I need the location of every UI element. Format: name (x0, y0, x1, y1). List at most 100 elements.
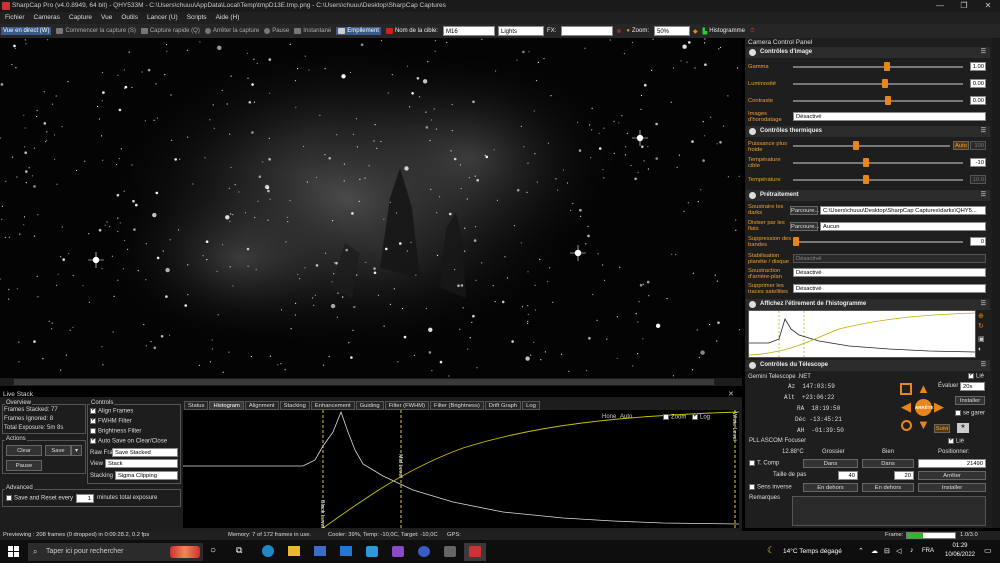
save-reset-option[interactable]: Save and Reset every (6, 495, 73, 502)
scroll-thumb[interactable] (14, 379, 714, 385)
clock-time[interactable]: 01:29 (945, 543, 975, 549)
position-field[interactable]: 21490 (918, 459, 986, 468)
histogram-reset-icon[interactable]: ↻ (978, 322, 984, 330)
section-preprocessing[interactable]: Prétraitement ☰ (746, 190, 990, 201)
fwhm-filter-checkbox[interactable] (90, 416, 96, 424)
edge-browser-icon[interactable] (262, 545, 274, 557)
west-arrow-icon[interactable]: ◀ (901, 400, 911, 413)
reverse-option[interactable]: Sens inverse (749, 484, 792, 491)
menu-icon[interactable]: ☰ (981, 190, 986, 201)
zoom-step-icon[interactable]: ◆ (693, 28, 698, 35)
flats-browse-button[interactable]: Parcoure... (790, 222, 819, 231)
coarse-out-button[interactable]: En dehors (803, 483, 858, 492)
save-button[interactable]: Save (45, 445, 71, 456)
pause-stack-button[interactable]: Pause (6, 460, 42, 471)
save-reset-checkbox[interactable] (6, 495, 12, 501)
telescope-linked[interactable]: Lié (968, 371, 984, 380)
histogram-mode-icon[interactable]: ◐ (978, 346, 982, 353)
histogram-button[interactable]: ▙ Histogramme (703, 28, 745, 35)
section-thermal-controls[interactable]: Contrôles thermiques ☰ (746, 126, 990, 137)
timer-icon[interactable]: ⏱ (750, 28, 755, 35)
contrast-slider[interactable] (793, 96, 963, 105)
target-temp-knob[interactable] (863, 158, 870, 167)
south-arrow-icon[interactable]: ▼ (917, 418, 930, 431)
mail-icon[interactable] (340, 546, 352, 556)
focuser-linked-checkbox[interactable] (948, 436, 954, 444)
focuser-stop-button[interactable]: Arrêter (918, 471, 986, 480)
background-sub-select[interactable]: Désactivé (793, 268, 986, 277)
section-image-controls[interactable]: Contrôles d'image ☰ (746, 47, 990, 58)
timestamp-select[interactable]: Désactivé (793, 112, 986, 121)
tab-histogram[interactable]: Histogram (209, 401, 244, 410)
histogram-stretch-graph[interactable] (748, 310, 976, 358)
contrast-slider-knob[interactable] (885, 96, 892, 105)
menu-lancer[interactable]: Lancer (U) (147, 12, 178, 24)
tab-drift-graph[interactable]: Drift Graph (484, 401, 522, 410)
store-icon[interactable] (314, 546, 326, 556)
brightness-value[interactable]: 0.00 (970, 79, 986, 88)
frame-type-select[interactable]: Lights (497, 26, 544, 36)
cooler-power-slider[interactable] (793, 141, 950, 150)
snapshot-button[interactable]: Instantané (294, 28, 331, 34)
reverse-checkbox[interactable] (749, 484, 755, 490)
clock-date[interactable]: 10/06/2022 (940, 552, 980, 558)
temp-comp-option[interactable]: T. Comp (749, 460, 779, 467)
raw-frames-select[interactable]: Save Stacked (112, 448, 178, 457)
banding-slider[interactable] (793, 237, 963, 246)
coarse-step-field[interactable]: 40 (838, 471, 858, 480)
brightness-filter-checkbox[interactable] (90, 428, 96, 434)
target-temp-value[interactable]: -10 (970, 158, 986, 167)
menu-icon[interactable]: ☰ (981, 360, 986, 371)
telescope-install-button[interactable]: Installer (955, 396, 985, 405)
start-capture-button[interactable]: Commencer la capture (S) (56, 28, 136, 34)
tab-filter-brightness[interactable]: Filter (Brightness) (430, 401, 484, 410)
focuser-linked[interactable]: Lié (948, 436, 964, 445)
stacking-select[interactable]: Sigma Clipping (115, 471, 178, 480)
log-checkbox[interactable] (692, 412, 698, 420)
menu-outils[interactable]: Outils (121, 12, 138, 24)
stop-slew-button[interactable]: ARRÊTE (915, 399, 934, 416)
sharpcap-taskbar-button[interactable] (464, 543, 486, 561)
tab-status[interactable]: Status (184, 401, 209, 410)
menu-cameras[interactable]: Cameras (34, 12, 60, 24)
tray-volume-icon[interactable]: ♪ (910, 547, 914, 554)
menu-icon[interactable]: ☰ (981, 299, 986, 310)
rate-select[interactable]: 20x (960, 382, 985, 391)
contrast-value[interactable]: 0.00 (970, 96, 986, 105)
fine-in-button[interactable]: Dans (862, 459, 914, 468)
menu-fichier[interactable]: Fichier (5, 12, 25, 24)
stop-capture-button[interactable]: Arrêter la capture (204, 28, 259, 34)
tray-chevron-icon[interactable]: ⌃ (858, 547, 864, 555)
menu-aide[interactable]: Aide (H) (216, 12, 240, 24)
tab-guiding[interactable]: Guiding (355, 401, 384, 410)
clear-button[interactable]: Clear (6, 445, 42, 456)
app-icon-blue[interactable] (366, 546, 378, 557)
gamma-slider-knob[interactable] (883, 62, 890, 71)
satellite-select[interactable]: Désactivé (793, 284, 986, 293)
tray-cloud-icon[interactable]: ☁ (871, 547, 878, 555)
section-histogram-stretch[interactable]: Affichez l'étirement de l'histogramme ☰ (746, 299, 990, 310)
auto-label[interactable]: Auto (620, 414, 632, 420)
north-arrow-icon[interactable]: ▲ (917, 382, 930, 395)
menu-icon[interactable]: ☰ (981, 126, 986, 137)
tracking-button[interactable]: Suivi (934, 424, 950, 433)
maximize-button[interactable]: ❐ (952, 0, 976, 12)
fine-step-field[interactable]: 20 (894, 471, 914, 480)
cooler-power-knob[interactable] (852, 141, 859, 150)
banding-value[interactable]: 0 (970, 237, 986, 246)
tab-enhancement[interactable]: Enhancement (310, 401, 355, 410)
target-name-input[interactable]: M16 (442, 26, 495, 36)
histogram-save-icon[interactable]: ▣ (978, 335, 985, 343)
file-explorer-icon[interactable] (288, 546, 300, 556)
task-view-icon[interactable]: ⧉ (236, 545, 242, 556)
coarse-in-button[interactable]: Dans (803, 459, 858, 468)
park-checkbox[interactable] (955, 410, 961, 416)
menu-scripts[interactable]: Scripts (187, 12, 207, 24)
menu-vue[interactable]: Vue (101, 12, 112, 24)
temp-comp-checkbox[interactable] (749, 460, 755, 466)
darks-browse-button[interactable]: Parcoure... (790, 206, 819, 215)
flats-path-field[interactable]: Aucun (820, 222, 986, 231)
tab-log[interactable]: Log (522, 401, 540, 410)
live-stack-histogram[interactable] (183, 410, 740, 529)
weather-text[interactable]: 14°C Temps dégagé (783, 548, 842, 555)
